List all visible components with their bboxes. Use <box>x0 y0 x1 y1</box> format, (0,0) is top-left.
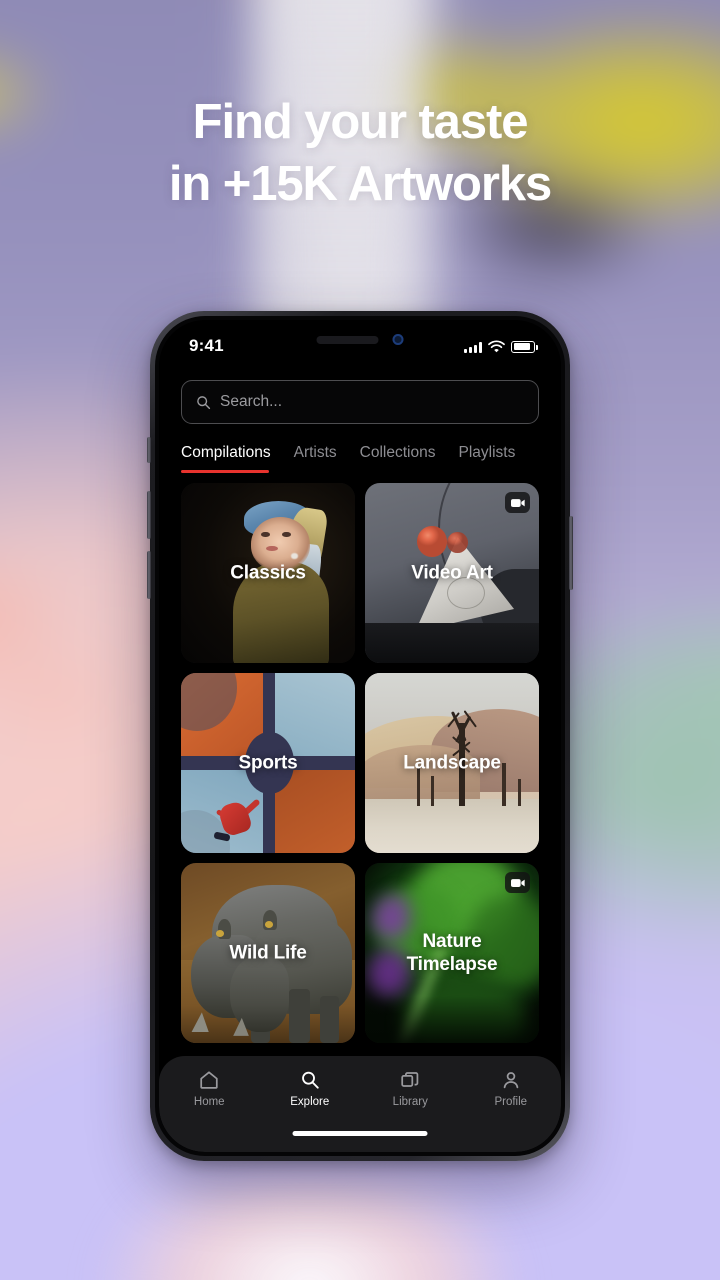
card-title: Nature Timelapse <box>406 930 498 975</box>
nav-label: Home <box>193 1096 225 1108</box>
signal-bars-icon <box>464 341 482 353</box>
volume-down-button <box>147 551 151 599</box>
card-wild-life[interactable]: Wild Life <box>181 863 355 1043</box>
tab-compilations[interactable]: Compilations <box>181 444 271 473</box>
headline-line-2: in +15K Artworks <box>168 156 552 211</box>
background-bottom-glow <box>86 1177 533 1280</box>
search-input[interactable]: Search... <box>220 393 282 411</box>
status-bar-time: 9:41 <box>189 336 224 355</box>
phone-screen: 9:41 Search... Compilations Artists Coll… <box>159 320 561 1152</box>
nav-label: Profile <box>494 1096 528 1108</box>
category-tabs: Compilations Artists Collections Playlis… <box>159 424 561 473</box>
promo-headline: Find your taste in +15K Artworks <box>0 92 720 215</box>
status-bar-indicators <box>464 339 538 353</box>
search-bar[interactable]: Search... <box>181 380 539 424</box>
home-icon <box>200 1071 218 1089</box>
card-title: Landscape <box>403 752 501 774</box>
video-camera-icon <box>505 872 530 893</box>
nav-label: Explore <box>290 1096 330 1108</box>
card-video-art[interactable]: Video Art <box>365 483 539 663</box>
grid-fade-overlay <box>159 1046 561 1056</box>
phone-bezel: 9:41 Search... Compilations Artists Coll… <box>155 316 565 1156</box>
card-sports[interactable]: Sports <box>181 673 355 853</box>
card-title: Video Art <box>411 562 493 584</box>
front-camera-icon <box>392 334 404 345</box>
tab-collections[interactable]: Collections <box>360 444 436 473</box>
home-indicator[interactable] <box>292 1131 428 1136</box>
volume-up-button <box>147 491 151 539</box>
nav-label: Library <box>392 1096 428 1108</box>
search-icon <box>197 395 211 409</box>
card-title: Classics <box>230 562 306 584</box>
tab-artists[interactable]: Artists <box>294 444 337 473</box>
compilations-grid: Classics Video Art Sports Landscape Wild… <box>159 473 561 1043</box>
tab-playlists[interactable]: Playlists <box>458 444 515 473</box>
wifi-icon <box>488 339 505 352</box>
video-camera-icon <box>505 492 530 513</box>
search-icon <box>301 1071 319 1089</box>
status-bar: 9:41 <box>159 320 561 372</box>
nav-item-home[interactable]: Home <box>167 1069 251 1108</box>
card-classics[interactable]: Classics <box>181 483 355 663</box>
speaker-pill <box>316 335 379 344</box>
power-button <box>569 516 573 590</box>
phone-mockup: 9:41 Search... Compilations Artists Coll… <box>147 311 573 1161</box>
person-icon <box>503 1072 519 1089</box>
library-icon <box>401 1072 419 1087</box>
silent-switch <box>147 437 151 463</box>
card-landscape[interactable]: Landscape <box>365 673 539 853</box>
headline-line-1: Find your taste <box>192 95 529 149</box>
card-title: Sports <box>238 752 298 774</box>
nav-item-explore[interactable]: Explore <box>268 1069 352 1108</box>
nav-item-library[interactable]: Library <box>368 1069 452 1108</box>
nav-item-profile[interactable]: Profile <box>469 1069 553 1108</box>
battery-icon <box>511 340 538 353</box>
bottom-navigation: Home Explore Library Profile <box>159 1056 561 1152</box>
card-title: Wild Life <box>229 942 307 964</box>
dynamic-island <box>316 334 404 345</box>
card-nature-timelapse[interactable]: Nature Timelapse <box>365 863 539 1043</box>
